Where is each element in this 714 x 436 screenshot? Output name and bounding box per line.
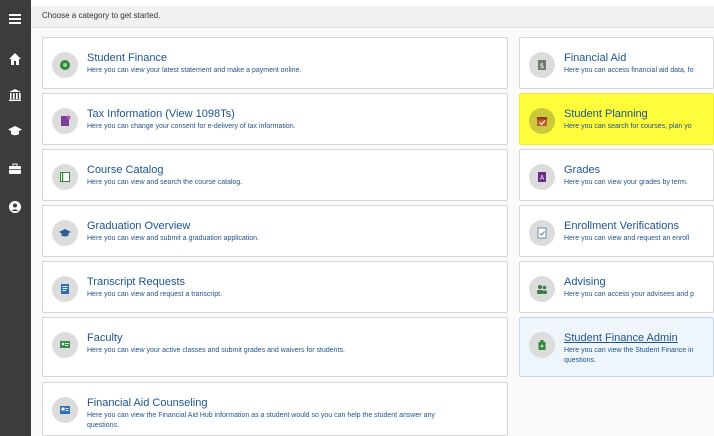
card-title: Tax Information (View 1098Ts) — [87, 108, 235, 120]
card-title: Course Catalog — [87, 164, 164, 176]
card-title: Transcript Requests — [87, 276, 186, 288]
card-desc: Here you can view and request an enroll — [564, 235, 690, 242]
card-desc: Here you can view your latest statement … — [87, 67, 302, 74]
book-icon — [52, 164, 78, 190]
card-title: Financial Aid Counseling — [87, 397, 208, 409]
hamburger-menu-icon[interactable] — [5, 10, 25, 28]
card-advising[interactable]: Advising Here you can access your advise… — [519, 261, 714, 313]
card-desc: Here you can view and search the course … — [87, 179, 243, 186]
counseling-icon — [52, 397, 78, 423]
card-title: Advising — [564, 276, 606, 288]
card-graduation-overview[interactable]: Graduation Overview Here you can view an… — [42, 205, 508, 257]
card-title: Faculty — [87, 332, 123, 344]
card-title: Financial Aid — [564, 52, 627, 64]
card-desc-line2: questions. — [87, 422, 119, 429]
svg-text:$: $ — [540, 62, 544, 70]
card-title[interactable]: Student Finance Admin — [564, 332, 678, 344]
header-prompt: Choose a category to get started. — [42, 11, 161, 20]
user-circle-icon[interactable] — [5, 198, 25, 216]
graduation-cap-icon[interactable] — [5, 122, 25, 140]
card-student-finance[interactable]: Student Finance Here you can view your l… — [42, 37, 508, 89]
card-desc: Here you can view and request a transcri… — [87, 291, 223, 298]
dollar-document-icon: $ — [529, 52, 555, 78]
money-icon — [52, 52, 78, 78]
card-tax-information[interactable]: Tax Information (View 1098Ts) Here you c… — [42, 93, 508, 145]
card-course-catalog[interactable]: Course Catalog Here you can view and sea… — [42, 149, 508, 201]
home-icon[interactable] — [5, 50, 25, 68]
card-desc: Here you can access your advisees and p — [564, 291, 694, 298]
card-title: Student Planning — [564, 108, 648, 120]
finance-admin-icon — [529, 332, 555, 358]
transcript-icon — [52, 276, 78, 302]
card-grades[interactable]: A Grades Here you can view your grades b… — [519, 149, 714, 201]
verification-document-icon — [529, 220, 555, 246]
briefcase-icon[interactable] — [5, 160, 25, 178]
card-title: Graduation Overview — [87, 220, 191, 232]
card-desc: Here you can view your active classes an… — [87, 347, 345, 354]
sidebar-nav — [0, 0, 31, 436]
card-desc-line2: questions. — [564, 357, 596, 364]
card-title: Enrollment Verifications — [564, 220, 679, 232]
card-desc: Here you can change your consent for e-d… — [87, 123, 296, 130]
faculty-icon — [52, 332, 78, 358]
card-transcript-requests[interactable]: Transcript Requests Here you can view an… — [42, 261, 508, 313]
card-desc: Here you can search for courses, plan yo — [564, 123, 692, 130]
card-enrollment-verifications[interactable]: Enrollment Verifications Here you can vi… — [519, 205, 714, 257]
grades-icon: A — [529, 164, 555, 190]
card-title: Grades — [564, 164, 601, 176]
bank-icon[interactable] — [5, 86, 25, 104]
card-financial-aid-counseling[interactable]: Financial Aid Counseling Here you can vi… — [42, 382, 508, 436]
card-financial-aid[interactable]: $ Financial Aid Here you can access fina… — [519, 37, 714, 89]
card-desc-line1: Here you can view the Financial Aid Hub … — [87, 412, 435, 419]
card-student-finance-admin[interactable]: Student Finance Admin Here you can view … — [519, 317, 714, 377]
card-desc: Here you can view your grades by term. — [564, 179, 688, 186]
card-desc-line1: Here you can view the Student Finance in — [564, 347, 694, 354]
page-header: Choose a category to get started. — [31, 6, 714, 28]
card-faculty[interactable]: Faculty Here you can view your active cl… — [42, 317, 508, 377]
tax-document-icon — [52, 108, 78, 134]
calendar-check-icon — [529, 108, 555, 134]
users-icon — [529, 276, 555, 302]
card-desc: Here you can view and submit a graduatio… — [87, 235, 259, 242]
graduation-cap-icon — [52, 220, 78, 246]
card-student-planning[interactable]: Student Planning Here you can search for… — [519, 93, 714, 145]
card-title: Student Finance — [87, 52, 168, 64]
card-desc: Here you can access financial aid data, … — [564, 67, 694, 74]
